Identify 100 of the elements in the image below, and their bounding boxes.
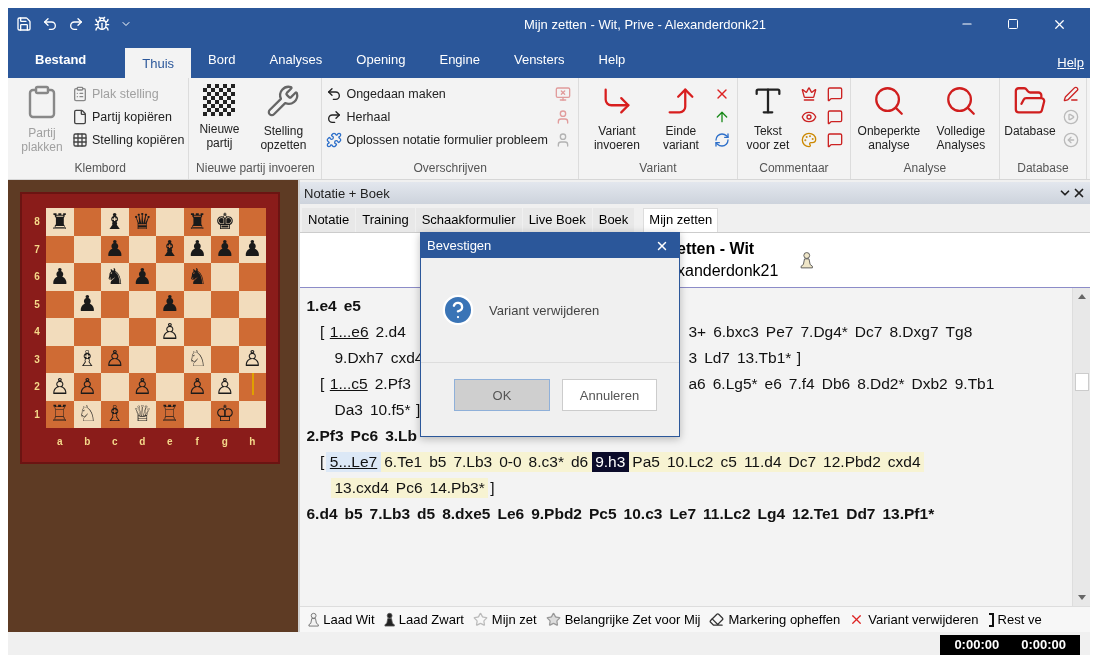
panel-tab[interactable]: Notatie	[302, 208, 356, 232]
notation-move[interactable]: 8.Dd2*	[853, 374, 909, 394]
ribbon-button[interactable]: Herhaal	[326, 107, 548, 127]
board-square[interactable]	[183, 318, 211, 346]
notation-move[interactable]: 10.c3	[620, 504, 666, 524]
notation-move[interactable]: 6.Lg5*	[709, 374, 762, 394]
board-square[interactable]	[46, 345, 74, 373]
toolbar-button[interactable]: Laad Wit	[308, 612, 375, 627]
ribbon-button[interactable]: Partij kopiëren	[72, 107, 185, 127]
board-square[interactable]	[46, 235, 74, 263]
menu-tab[interactable]: Analyses	[252, 44, 340, 74]
panel-tab[interactable]: Schaakformulier	[415, 208, 522, 232]
ribbon-button[interactable]: Stelling opzetten	[249, 82, 318, 159]
notation-move[interactable]: 1...e6	[326, 322, 373, 342]
menu-tab[interactable]: Thuis	[125, 48, 192, 78]
notation-move[interactable]: 1.e4	[303, 296, 341, 316]
ribbon-button[interactable]: Einde variant	[654, 82, 707, 159]
ribbon-button[interactable]: Volledige Analyses	[926, 82, 995, 159]
notation-move[interactable]: 6.bxc3	[709, 322, 763, 342]
notation-move[interactable]: 0-0	[495, 452, 526, 472]
notation-move[interactable]: Dd7	[842, 504, 879, 524]
notation-move[interactable]: 14.Pb3*	[426, 478, 489, 498]
ribbon-button[interactable]: Nieuwe partij	[193, 82, 246, 159]
notation-move[interactable]: Pe7	[762, 322, 797, 342]
notation-move[interactable]: a6	[685, 374, 710, 394]
toolbar-button[interactable]: Belangrijke Zet voor Mij	[545, 612, 701, 627]
board-square[interactable]	[238, 318, 266, 346]
notation-move[interactable]: 2.Pf3	[303, 426, 348, 446]
menu-tab[interactable]: Vensters	[496, 44, 582, 74]
panel-tab[interactable]: Live Boek	[522, 208, 592, 232]
help-link[interactable]: Help	[1057, 55, 1084, 70]
notation-move[interactable]: Le7	[665, 504, 700, 524]
toolbar-button[interactable]: Markering opheffen	[709, 612, 841, 627]
board-square[interactable]	[46, 290, 74, 318]
notation-move[interactable]: Pc5	[585, 504, 621, 524]
board-square[interactable]	[211, 290, 239, 318]
menu-tab[interactable]: Engine	[422, 44, 497, 74]
notation-move[interactable]: 3.Lb	[381, 426, 421, 446]
notation-move[interactable]: 10.Lc2	[663, 452, 717, 472]
scroll-up-icon[interactable]	[1076, 292, 1087, 300]
notation-move[interactable]: Tg8	[942, 322, 976, 342]
notation-move[interactable]: Db6	[818, 374, 854, 394]
notation-move[interactable]: 9.Tb1	[951, 374, 998, 394]
ribbon-button[interactable]: Variant invoeren	[582, 82, 651, 159]
notation-move[interactable]: Da3	[331, 400, 367, 420]
redo-icon[interactable]	[68, 16, 84, 32]
notation-move[interactable]: b5	[341, 504, 367, 524]
board-square[interactable]	[73, 208, 101, 236]
scroll-down-icon[interactable]	[1076, 594, 1087, 602]
save-icon[interactable]	[16, 16, 32, 32]
chessboard[interactable]: 8 ♜ ♝ ♛ ♜ ♚ 7 ♟ ♝ ♟ ♟ ♟ 6 ♟ ♞ ♟ ♞ 5 ♟ ♟ 4 ♙ 3 ♗ ♙ ♘ ♙ 2 ♙ ♙ ♙ ♙ ♙ 1 ♖ ♘ ♗ ♕ ♖ ♔ a b c d e f g h	[20, 192, 280, 464]
file-menu-tab[interactable]: Bestand	[18, 44, 104, 74]
board-square[interactable]	[128, 318, 156, 346]
notation-move[interactable]: Dc7	[851, 322, 886, 342]
notation-move[interactable]: 13.cxd4	[331, 478, 393, 498]
notation-move[interactable]: 7.f4	[785, 374, 819, 394]
toolbar-button[interactable]: Rest ve	[987, 612, 1042, 627]
notation-move[interactable]: Pc6	[392, 478, 426, 498]
maximize-icon[interactable]	[1007, 18, 1019, 30]
ribbon-button[interactable]: Tekst voor zet	[741, 82, 794, 159]
board-square[interactable]	[156, 345, 184, 373]
notation-move[interactable]: 6.Te1	[380, 452, 426, 472]
scroll-thumb[interactable]	[1074, 373, 1089, 391]
notation-move[interactable]: 7.Lb3	[449, 452, 496, 472]
scrollbar[interactable]	[1072, 288, 1090, 606]
toolbar-button[interactable]: Laad Zwart	[383, 612, 464, 627]
board-square[interactable]	[238, 263, 266, 291]
notation-move[interactable]: 6.d4	[303, 504, 341, 524]
notation-move[interactable]: b5	[425, 452, 450, 472]
notation-move[interactable]: 13.Tb1*	[733, 348, 795, 368]
notation-move[interactable]: Ld7	[700, 348, 734, 368]
undo-icon[interactable]	[42, 16, 58, 32]
board-square[interactable]	[238, 208, 266, 236]
notation-move[interactable]: Pa5	[628, 452, 664, 472]
notation-move[interactable]: cxd4	[884, 452, 925, 472]
panel-tab[interactable]: Boek	[592, 208, 635, 232]
toolbar-button[interactable]: Variant verwijderen	[849, 612, 979, 627]
toolbar-button[interactable]: Mijn zet	[472, 612, 537, 627]
close-icon[interactable]	[1072, 186, 1086, 200]
notation-move[interactable]: Dxb2	[908, 374, 952, 394]
notation-move[interactable]: 3+	[685, 322, 710, 342]
notation-move[interactable]: Dc7	[785, 452, 820, 472]
dialog-button[interactable]: OK	[454, 379, 550, 411]
notation-move[interactable]: 7.Lb3	[366, 504, 414, 524]
ribbon-button[interactable]: Oplossen notatie formulier probleem	[326, 130, 548, 150]
menu-tab[interactable]: Opening	[339, 44, 423, 74]
notation-move[interactable]: Pc6	[347, 426, 382, 446]
notation-move[interactable]: 9.Dxh7	[331, 348, 388, 368]
board-square[interactable]	[73, 263, 101, 291]
board-square[interactable]	[238, 373, 266, 401]
notation-move[interactable]: e5	[340, 296, 365, 316]
notation-move[interactable]: 8.c3*	[525, 452, 568, 472]
notation-move[interactable]: 13.Pf1*	[879, 504, 938, 524]
notation-move[interactable]: 7.Dg4*	[796, 322, 852, 342]
notation-move[interactable]: 11.d4	[740, 452, 785, 472]
notation-move[interactable]: 9.Pbd2	[527, 504, 586, 524]
menu-tab[interactable]: Help	[581, 44, 643, 74]
notation-move[interactable]: d5	[413, 504, 439, 524]
dialog-button[interactable]: Annuleren	[562, 379, 657, 411]
notation-move[interactable]: 5...Le7	[326, 452, 381, 472]
